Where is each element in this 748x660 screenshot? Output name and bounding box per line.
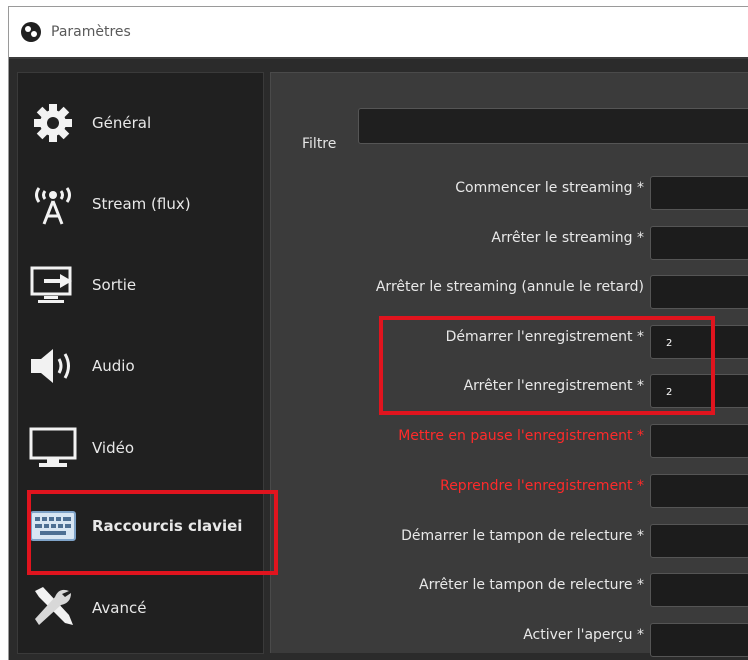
hotkey-label: Démarrer le tampon de relecture * [401, 528, 644, 544]
gear-icon [22, 100, 84, 146]
hotkey-label: Mettre en pause l'enregistrement * [398, 428, 644, 444]
hotkey-label: Arrêter le tampon de relecture * [419, 577, 644, 593]
sidebar-item-advanced[interactable]: Avancé [18, 583, 268, 633]
recording-hotkeys-highlight [379, 316, 715, 415]
hotkey-label: Commencer le streaming * [455, 180, 644, 196]
hotkey-field-stop-streaming-discard-delay[interactable] [650, 275, 748, 309]
sidebar-item-output[interactable]: Sortie [18, 260, 268, 310]
sidebar-item-label: Vidéo [92, 439, 135, 457]
broadcast-antenna-icon [22, 181, 84, 227]
hotkey-label: Arrêter le streaming * [491, 230, 644, 246]
monitor-icon [22, 425, 84, 471]
output-arrow-icon [22, 262, 84, 308]
hotkey-field-pause-recording[interactable] [650, 424, 748, 458]
filter-input[interactable] [358, 108, 748, 144]
window-title: Paramètres [51, 24, 131, 40]
hotkey-label: Reprendre l'enregistrement * [440, 478, 644, 494]
obs-logo-icon [21, 22, 41, 42]
wrench-screwdriver-icon [22, 585, 84, 631]
hotkey-field-enable-preview[interactable] [650, 623, 748, 657]
hotkey-label: Arrêter le streaming (annule le retard) [375, 279, 644, 295]
hotkey-field-resume-recording[interactable] [650, 474, 748, 508]
sidebar-item-video[interactable]: Vidéo [18, 423, 268, 473]
hotkeys-tab-highlight [27, 490, 278, 575]
hotkey-field-stop-streaming[interactable] [650, 226, 748, 260]
sidebar-item-label: Audio [92, 357, 135, 375]
hotkey-field-stop-replay-buffer[interactable] [650, 573, 748, 607]
sidebar-item-audio[interactable]: Audio [18, 341, 268, 391]
sidebar-item-label: Avancé [92, 599, 147, 617]
hotkey-label: Activer l'aperçu * [523, 627, 644, 643]
title-bar: Paramètres [9, 7, 748, 57]
sidebar-item-label: Général [92, 114, 152, 132]
sidebar-item-stream[interactable]: Stream (flux) [18, 179, 268, 229]
filter-label: Filtre [302, 136, 337, 152]
hotkey-field-start-streaming[interactable] [650, 176, 748, 210]
sidebar-item-label: Stream (flux) [92, 195, 191, 213]
speaker-icon [22, 343, 84, 389]
sidebar-item-general[interactable]: Général [18, 98, 268, 148]
hotkey-field-start-replay-buffer[interactable] [650, 524, 748, 558]
sidebar-item-label: Sortie [92, 276, 137, 294]
title-divider [9, 57, 748, 59]
